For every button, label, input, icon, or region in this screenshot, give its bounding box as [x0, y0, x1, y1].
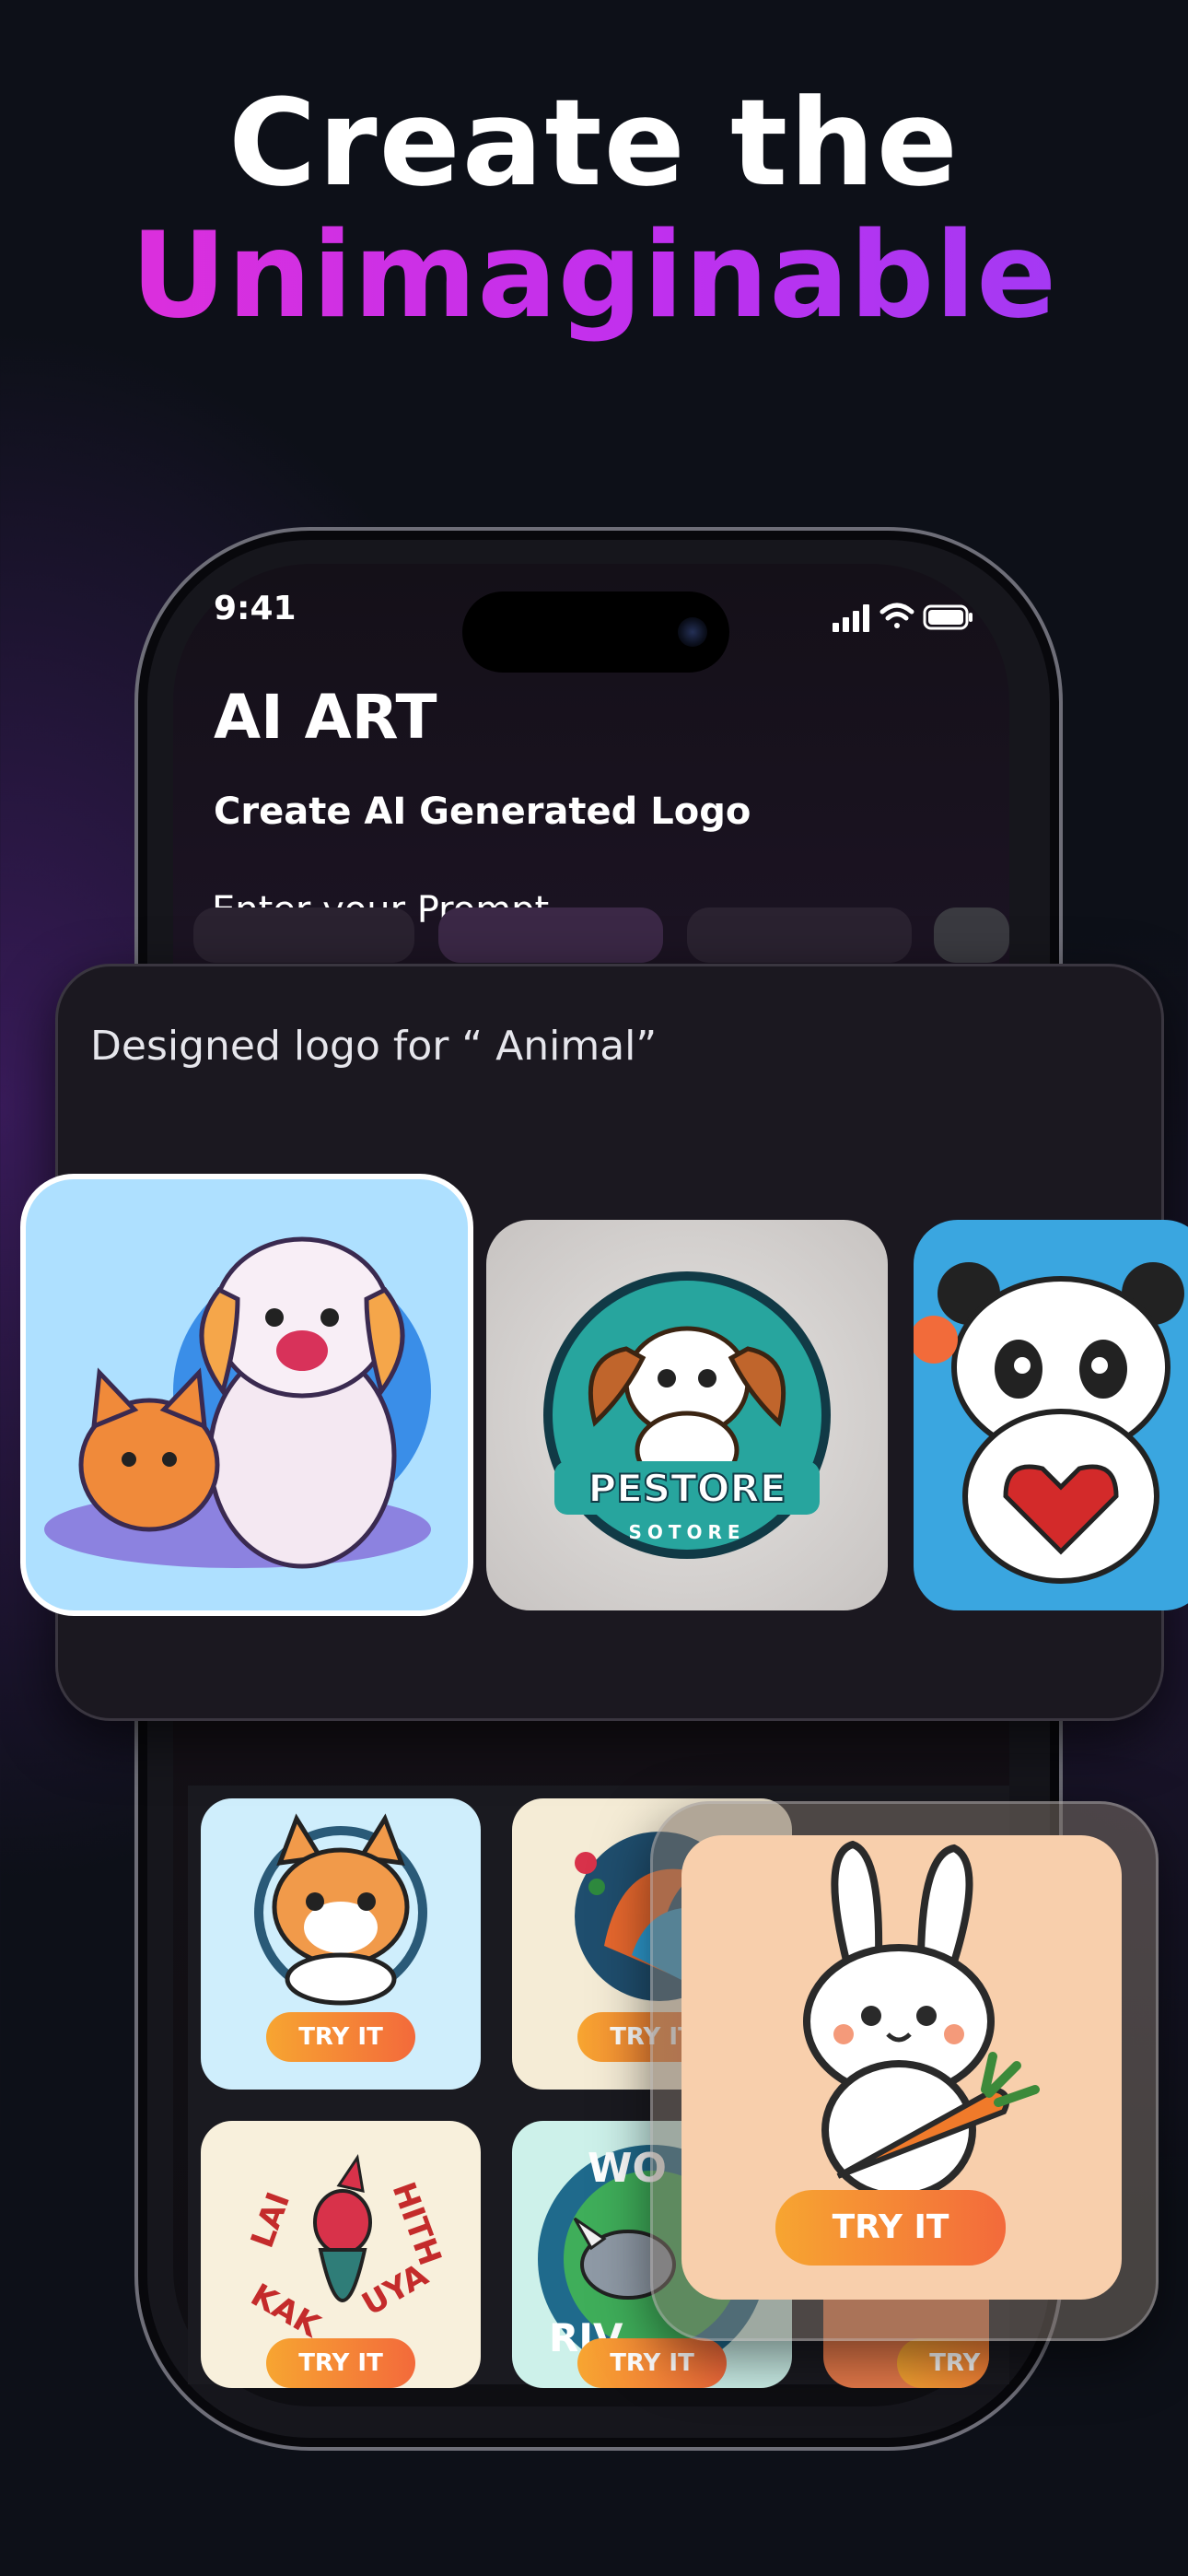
try-it-button[interactable]: TRY IT: [266, 2012, 415, 2062]
svg-text:KAK: KAK: [245, 2277, 328, 2346]
signal-icon: [833, 604, 869, 632]
camera-icon: [678, 617, 707, 647]
try-it-button[interactable]: TRY IT: [897, 2338, 989, 2388]
pestore-puppy-logo-tile[interactable]: PESTORE SOTORE: [486, 1220, 888, 1610]
pestore-badge-subtext: SOTORE: [628, 1521, 745, 1543]
wifi-icon: [879, 603, 914, 628]
headline-line-1: Create the: [228, 73, 960, 213]
grid-item-lai-parrot[interactable]: LAI HITH KAK UYA TRY IT: [201, 2121, 481, 2388]
headline-line-2: Unimaginable: [0, 207, 1188, 345]
pestore-puppy-logo-icon: PESTORE SOTORE: [543, 1271, 831, 1559]
dog-cat-logo-icon: [44, 1236, 431, 1569]
app-title: AI ART: [214, 682, 437, 753]
prompt-chip[interactable]: [438, 907, 663, 963]
status-icons: [833, 603, 973, 632]
status-time: 9:41: [214, 590, 297, 627]
designed-logo-label: Designed logo for “ Animal”: [90, 1023, 658, 1070]
prompt-chip[interactable]: [687, 907, 912, 963]
panda-logo-tile[interactable]: [914, 1220, 1188, 1610]
svg-text:LAI: LAI: [244, 2187, 297, 2253]
app-subtitle: Create AI Generated Logo: [214, 790, 751, 833]
svg-text:HITH: HITH: [385, 2177, 448, 2270]
prompt-chip[interactable]: [193, 907, 414, 963]
dog-cat-logo-tile[interactable]: [20, 1174, 473, 1616]
battery-icon: [923, 604, 973, 630]
panda-logo-icon: [914, 1262, 1184, 1584]
featured-try-it-button[interactable]: TRY IT: [775, 2190, 1006, 2266]
grid-item-cat[interactable]: TRY IT: [201, 1798, 481, 2090]
try-it-button[interactable]: TRY IT: [266, 2338, 415, 2388]
prompt-chip[interactable]: [934, 907, 1009, 963]
try-it-button[interactable]: TRY IT: [577, 2338, 727, 2388]
pestore-badge-text: PESTORE: [588, 1466, 786, 1511]
